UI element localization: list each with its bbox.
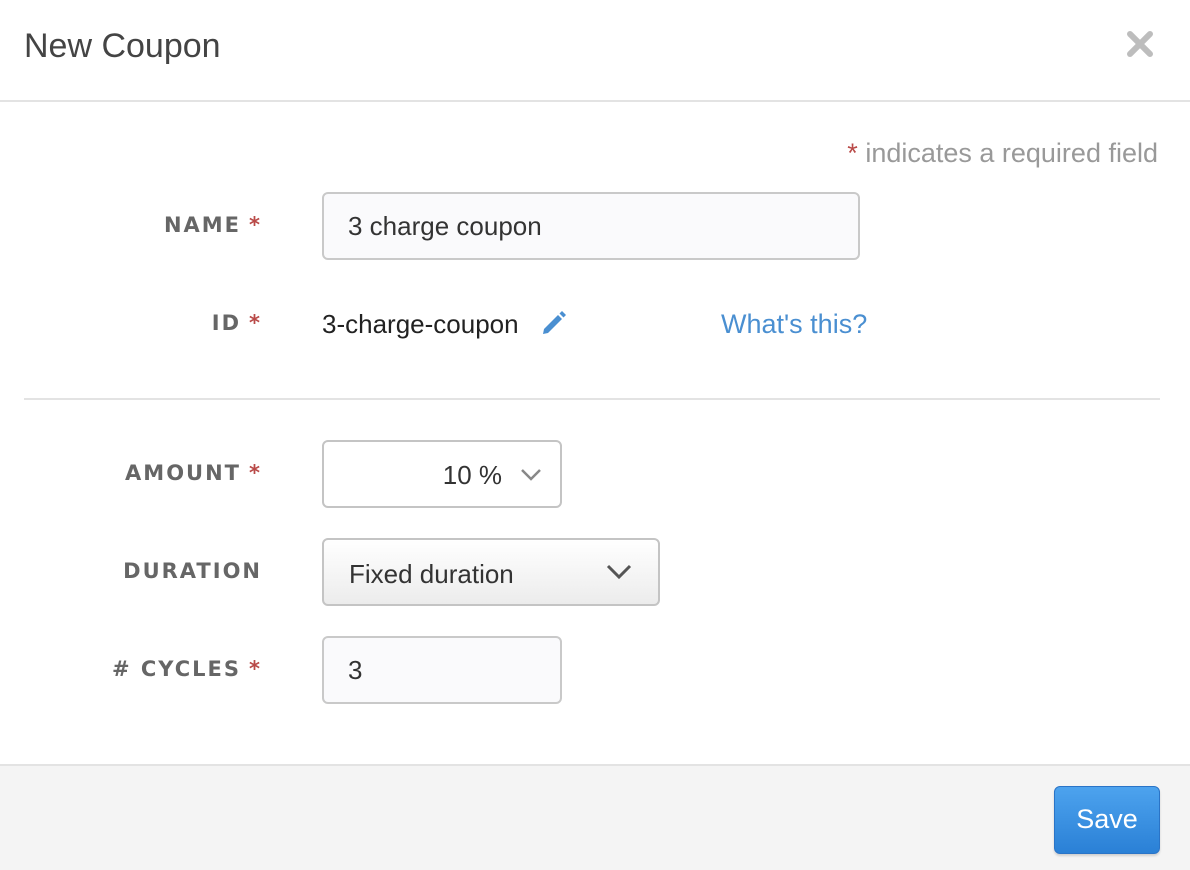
chevron-down-icon xyxy=(606,564,632,580)
duration-value: Fixed duration xyxy=(349,559,514,589)
required-note-text: indicates a required field xyxy=(857,138,1158,168)
close-icon[interactable] xyxy=(1122,26,1158,62)
duration-select[interactable]: Fixed duration xyxy=(322,538,660,606)
required-star: * xyxy=(249,657,262,681)
name-input[interactable] xyxy=(322,192,860,260)
required-field-note: * indicates a required field xyxy=(847,136,1158,170)
dialog-title: New Coupon xyxy=(24,27,221,65)
cycles-label: # CYCLES * xyxy=(112,654,262,684)
section-divider xyxy=(24,398,1160,400)
id-value: 3-charge-coupon xyxy=(322,309,519,339)
dialog-header: New Coupon xyxy=(0,0,1190,102)
name-label-text: NAME xyxy=(163,213,242,237)
duration-label-text: DURATION xyxy=(123,559,262,583)
required-star: * xyxy=(249,213,262,237)
amount-label: AMOUNT * xyxy=(125,458,262,488)
required-star: * xyxy=(249,311,262,335)
required-star: * xyxy=(847,138,858,168)
chevron-down-icon xyxy=(521,469,541,481)
cycles-input[interactable] xyxy=(322,636,562,704)
whats-this-link[interactable]: What's this? xyxy=(721,306,867,342)
name-label: NAME * xyxy=(164,210,262,240)
save-button[interactable]: Save xyxy=(1054,786,1160,854)
required-star: * xyxy=(249,461,262,485)
amount-label-text: AMOUNT xyxy=(125,461,242,485)
id-label: ID * xyxy=(212,308,262,338)
new-coupon-dialog: New Coupon * indicates a required field … xyxy=(0,0,1190,870)
pencil-icon[interactable] xyxy=(540,309,568,337)
id-label-text: ID xyxy=(211,311,242,335)
cycles-label-text: # CYCLES xyxy=(111,657,242,681)
amount-select[interactable]: 10 % xyxy=(322,440,562,508)
amount-value: 10 % xyxy=(442,460,502,490)
duration-label: DURATION xyxy=(123,556,262,586)
dialog-footer xyxy=(0,764,1190,870)
